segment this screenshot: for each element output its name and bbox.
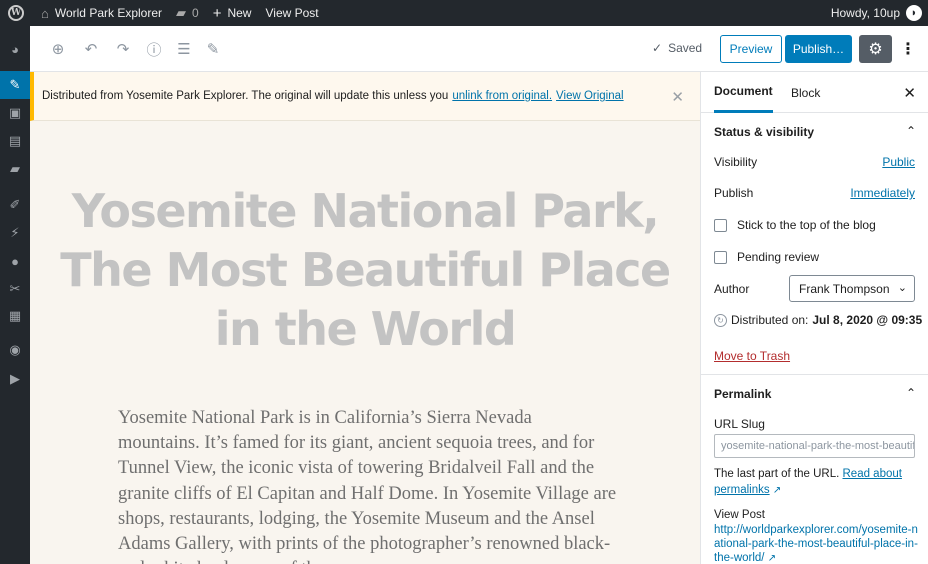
author-label: Author	[714, 282, 750, 296]
publish-button[interactable]: Publish…	[785, 35, 852, 63]
settings-button[interactable]: ⚙	[859, 35, 892, 63]
distributed-label: Distributed on:	[731, 313, 809, 327]
new-content-link[interactable]: + New	[206, 0, 259, 26]
sticky-label: Stick to the top of the blog	[737, 218, 876, 232]
account-menu[interactable]: Howdy, 10up ◗	[824, 0, 928, 26]
site-name: World Park Explorer	[54, 6, 163, 20]
media-icon[interactable]: ▣	[0, 99, 30, 127]
pending-option[interactable]: Pending review	[714, 250, 819, 264]
tools-icon[interactable]: ✂	[0, 275, 30, 303]
gear-icon: ⚙	[868, 41, 883, 58]
permalink-panel-title[interactable]: Permalink	[714, 387, 771, 401]
visibility-link[interactable]: Public	[882, 155, 915, 169]
view-post-url-link[interactable]: http://worldparkexplorer.com/yosemite-na…	[714, 523, 919, 564]
post-paragraph[interactable]: Yosemite National Park is in California’…	[118, 406, 618, 564]
publish-date-link[interactable]: Immediately	[850, 186, 915, 200]
howdy-text: Howdy, 10up	[830, 6, 900, 20]
site-name-link[interactable]: ⌂ World Park Explorer	[34, 0, 169, 26]
home-icon: ⌂	[41, 5, 49, 21]
edit-mode-icon[interactable]: ✎	[202, 38, 224, 60]
comments-menu-icon[interactable]: ▰	[0, 155, 30, 183]
url-slug-label: URL Slug	[714, 417, 765, 431]
editor-toolbar: ⊕ ↶ ↷ ⓘ ☰ ✎ ✓ Saved Preview Publish… ⚙ ⋮	[30, 26, 928, 72]
author-value: Frank Thompson	[799, 281, 890, 296]
notice-text: Distributed from Yosemite Park Explorer.…	[42, 90, 449, 102]
plugins-icon[interactable]: ⚡	[0, 219, 30, 247]
panel-divider	[701, 374, 928, 375]
editor-canvas: Distributed from Yosemite Park Explorer.…	[30, 72, 700, 564]
chevron-down-icon: ⌄	[897, 282, 907, 294]
new-label: New	[227, 6, 252, 20]
distributor-notice: Distributed from Yosemite Park Explorer.…	[30, 72, 700, 121]
distributed-info: ↻ Distributed on: Jul 8, 2020 @ 09:35	[714, 313, 922, 327]
users-icon[interactable]: ●	[0, 247, 30, 275]
view-post-url: http://worldparkexplorer.com/yosemite-na…	[714, 524, 918, 564]
admin-menu: ◕ ✎ ▣ ▤ ▰ ✐ ⚡ ● ✂ ▦ ◉ ▶	[0, 26, 30, 564]
chevron-up-icon[interactable]: ⌃	[906, 386, 916, 400]
avatar: ◗	[906, 5, 922, 21]
settings-sidebar: Document Block ✕ Status & visibility ⌃ V…	[700, 72, 928, 564]
appearance-icon[interactable]: ✐	[0, 191, 30, 219]
permalink-help: The last part of the URL. Read about per…	[714, 466, 919, 499]
pages-icon[interactable]: ▤	[0, 127, 30, 155]
dashboard-icon[interactable]: ◕	[0, 35, 30, 63]
settings-menu-icon[interactable]: ▦	[0, 302, 30, 330]
saved-status: ✓ Saved	[652, 41, 702, 55]
chevron-up-icon[interactable]: ⌃	[906, 124, 916, 138]
check-icon: ✓	[652, 41, 663, 55]
pending-checkbox[interactable]	[714, 250, 727, 264]
info-icon[interactable]: ⓘ	[143, 38, 165, 60]
block-navigation-icon[interactable]: ☰	[173, 38, 195, 60]
view-original-link[interactable]: View Original	[556, 90, 624, 102]
external-link-icon: ↗	[767, 553, 777, 564]
wordpress-logo[interactable]: W	[0, 0, 34, 26]
plus-icon: +	[212, 4, 222, 22]
help-text: The last part of the URL.	[714, 468, 840, 480]
view-post-label: View Post	[265, 6, 319, 20]
distributed-date: Jul 8, 2020 @ 09:35	[812, 313, 923, 327]
sticky-option[interactable]: Stick to the top of the blog	[714, 218, 876, 232]
posts-icon[interactable]: ✎	[0, 71, 30, 99]
redo-icon[interactable]: ↷	[112, 38, 134, 60]
add-block-icon[interactable]: ⊕	[47, 38, 69, 60]
author-select[interactable]: Frank Thompson ⌄	[789, 275, 915, 302]
distributor-icon[interactable]: ◉	[0, 336, 30, 364]
comments-link[interactable]: ▰ 0	[169, 0, 206, 26]
collapse-menu-icon[interactable]: ▶	[0, 365, 30, 393]
close-icon[interactable]: ✕	[671, 88, 684, 106]
comments-count: 0	[192, 6, 199, 20]
more-vertical-icon: ⋮	[900, 41, 916, 58]
view-post-label: View Post	[714, 509, 765, 521]
close-icon[interactable]: ✕	[903, 84, 916, 102]
sticky-checkbox[interactable]	[714, 218, 727, 232]
status-panel-title[interactable]: Status & visibility	[714, 125, 814, 139]
distributor-icon: ↻	[714, 313, 727, 327]
saved-label: Saved	[668, 41, 703, 55]
url-slug-input[interactable]: yosemite-national-park-the-most-beautifu…	[714, 434, 915, 458]
external-link-icon: ↗	[772, 485, 782, 496]
view-post-link[interactable]: View Post	[258, 0, 325, 26]
undo-icon[interactable]: ↶	[80, 38, 102, 60]
sidebar-tabs: Document Block ✕	[701, 72, 928, 113]
preview-button[interactable]: Preview	[720, 35, 782, 63]
publish-label: Publish	[714, 186, 754, 200]
tab-block[interactable]: Block	[791, 72, 820, 113]
wordpress-icon: W	[8, 5, 24, 21]
pending-label: Pending review	[737, 250, 820, 264]
move-to-trash-link[interactable]: Move to Trash	[714, 349, 790, 363]
post-title[interactable]: Yosemite National Park, The Most Beautif…	[50, 182, 680, 359]
tab-document[interactable]: Document	[714, 72, 773, 113]
unlink-link[interactable]: unlink from original.	[452, 90, 552, 102]
more-options-button[interactable]: ⋮	[898, 35, 918, 63]
visibility-label: Visibility	[714, 155, 758, 169]
comment-icon: ▰	[176, 5, 187, 20]
admin-bar: W ⌂ World Park Explorer ▰ 0 + New View P…	[0, 0, 928, 26]
